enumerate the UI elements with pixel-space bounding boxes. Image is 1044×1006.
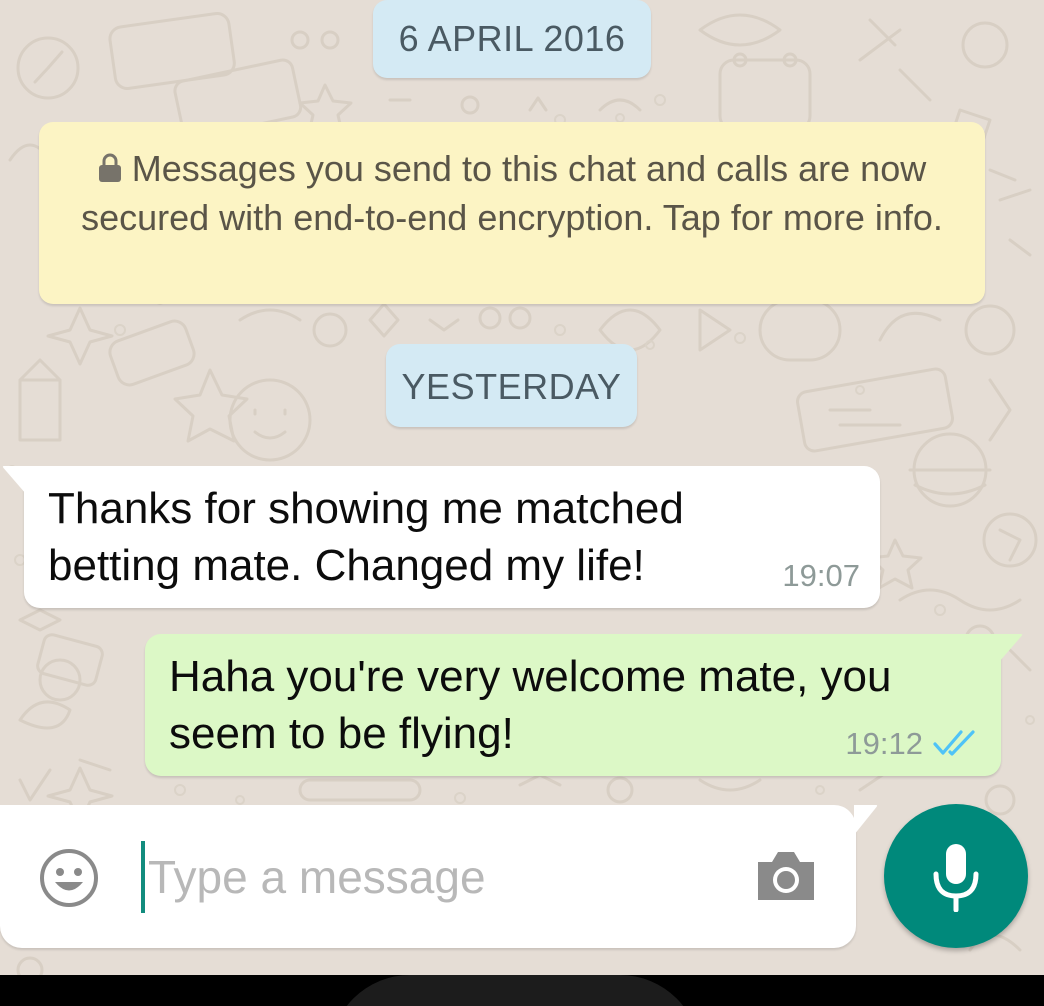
lock-icon	[98, 153, 121, 182]
system-navigation-bar	[0, 975, 1044, 1006]
outgoing-message-time: 19:12	[845, 726, 923, 761]
incoming-message-text: Thanks for showing me matched betting ma…	[48, 484, 684, 590]
text-caret	[141, 841, 145, 913]
message-composer	[0, 805, 878, 948]
date-chip-6-april-2016: 6 APRIL 2016	[373, 0, 651, 78]
encryption-notice[interactable]: Messages you send to this chat and calls…	[39, 122, 985, 304]
camera-icon[interactable]	[754, 848, 818, 904]
encryption-notice-text: Messages you send to this chat and calls…	[81, 148, 943, 238]
double-tick-read-icon	[933, 730, 975, 756]
outgoing-message-bubble[interactable]: Haha you're very welcome mate, you seem …	[145, 634, 1023, 776]
emoji-icon[interactable]	[38, 847, 100, 909]
outgoing-bubble-tail	[999, 634, 1023, 662]
composer-tail	[854, 805, 878, 835]
incoming-message-time: 19:07	[782, 558, 860, 593]
date-chip-yesterday: YESTERDAY	[386, 344, 637, 427]
voice-message-button[interactable]	[884, 804, 1028, 948]
message-input[interactable]	[148, 837, 728, 917]
incoming-message-bubble[interactable]: Thanks for showing me matched betting ma…	[2, 466, 880, 608]
incoming-bubble-tail	[2, 466, 26, 494]
mic-icon	[933, 844, 979, 912]
home-button[interactable]	[330, 975, 700, 1006]
